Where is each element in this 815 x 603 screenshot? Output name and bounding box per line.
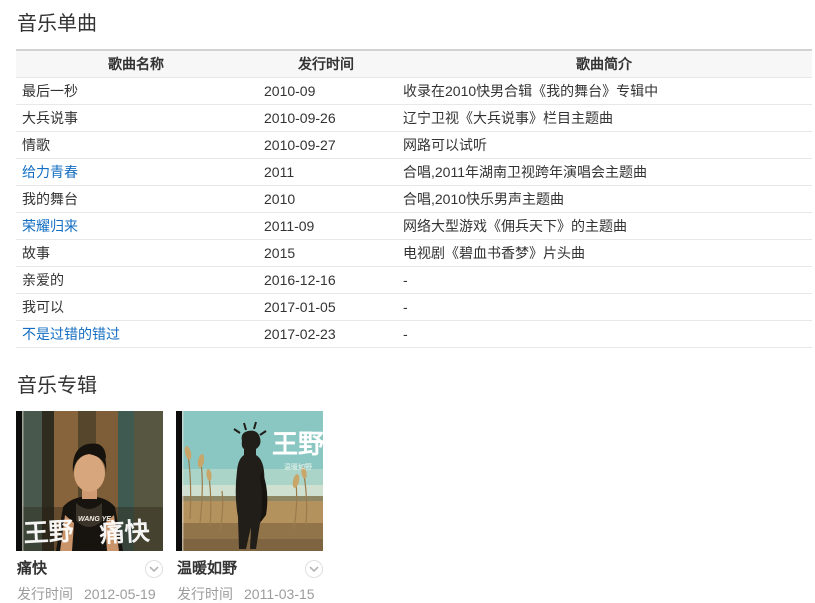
header-song-name: 歌曲名称 [16, 50, 256, 78]
table-row: 情歌 2010-09-27 网路可以试听 [16, 132, 812, 159]
album-expand-button[interactable] [145, 560, 163, 578]
album-cover-art: 王野 温暖如野 [176, 411, 323, 551]
album-title: 温暖如野 [177, 560, 237, 578]
song-intro-cell: 收录在2010快男合辑《我的舞台》专辑中 [396, 78, 812, 105]
song-name-cell: 荣耀归来 [16, 213, 256, 240]
albums-section: 音乐专辑 [16, 372, 812, 603]
album-cover-image[interactable]: 王野 温暖如野 [176, 411, 323, 551]
singles-section: 音乐单曲 歌曲名称 发行时间 歌曲简介 最后一秒 2010-09 收录在2010… [16, 10, 812, 348]
cover-artist-calligraphy: 王野 [272, 429, 323, 459]
song-name-cell: 故事 [16, 240, 256, 267]
song-date-cell: 2010 [256, 186, 396, 213]
song-intro-cell: 电视剧《碧血书香梦》片头曲 [396, 240, 812, 267]
table-row: 故事 2015 电视剧《碧血书香梦》片头曲 [16, 240, 812, 267]
header-song-intro: 歌曲简介 [396, 50, 812, 78]
profile-music-page: 音乐单曲 歌曲名称 发行时间 歌曲简介 最后一秒 2010-09 收录在2010… [0, 0, 815, 603]
chevron-down-icon [309, 566, 319, 572]
song-intro-cell: 辽宁卫视《大兵说事》栏目主题曲 [396, 105, 812, 132]
cover-artist-calligraphy: 王野 [23, 517, 74, 548]
album-card: 王野 痛快 WANG YE 痛快 [16, 411, 163, 603]
album-card: 王野 温暖如野 温暖如野 发行时间 [176, 411, 323, 603]
song-link[interactable]: 荣耀归来 [22, 218, 78, 234]
album-cover-art: 王野 痛快 WANG YE [16, 411, 163, 551]
table-row: 不是过错的错过 2017-02-23 - [16, 321, 812, 348]
song-date-cell: 2010-09-27 [256, 132, 396, 159]
song-date-cell: 2017-02-23 [256, 321, 396, 348]
song-link[interactable]: 给力青春 [22, 164, 78, 180]
cover-latin-text: WANG YE [78, 516, 111, 523]
table-row: 我可以 2017-01-05 - [16, 294, 812, 321]
albums-section-title: 音乐专辑 [16, 372, 812, 411]
chevron-down-icon [149, 566, 159, 572]
song-name-cell: 我的舞台 [16, 186, 256, 213]
song-name-cell: 亲爱的 [16, 267, 256, 294]
table-row: 我的舞台 2010 合唱,2010快乐男声主题曲 [16, 186, 812, 213]
release-label: 发行时间 [17, 586, 73, 603]
album-title: 痛快 [17, 560, 47, 578]
album-title-row: 温暖如野 [176, 560, 323, 578]
table-row: 最后一秒 2010-09 收录在2010快男合辑《我的舞台》专辑中 [16, 78, 812, 105]
table-row: 荣耀归来 2011-09 网络大型游戏《佣兵天下》的主题曲 [16, 213, 812, 240]
song-date-cell: 2010-09 [256, 78, 396, 105]
table-row: 大兵说事 2010-09-26 辽宁卫视《大兵说事》栏目主题曲 [16, 105, 812, 132]
table-row: 给力青春 2011 合唱,2011年湖南卫视跨年演唱会主题曲 [16, 159, 812, 186]
release-date: 2011-03-15 [244, 586, 315, 603]
song-intro-cell: - [396, 294, 812, 321]
song-date-cell: 2011-09 [256, 213, 396, 240]
header-release-date: 发行时间 [256, 50, 396, 78]
song-intro-cell: 合唱,2011年湖南卫视跨年演唱会主题曲 [396, 159, 812, 186]
song-intro-cell: - [396, 267, 812, 294]
song-name-cell: 不是过错的错过 [16, 321, 256, 348]
album-title-row: 痛快 [16, 560, 163, 578]
album-release-row: 发行时间 2012-05-19 [16, 586, 163, 603]
albums-row: 王野 痛快 WANG YE 痛快 [16, 411, 812, 603]
song-date-cell: 2015 [256, 240, 396, 267]
song-name-cell: 给力青春 [16, 159, 256, 186]
song-name-cell: 情歌 [16, 132, 256, 159]
song-name-cell: 我可以 [16, 294, 256, 321]
release-label: 发行时间 [177, 586, 233, 603]
song-intro-cell: 合唱,2010快乐男声主题曲 [396, 186, 812, 213]
cover-small-text: 温暖如野 [284, 462, 312, 471]
song-name-cell: 最后一秒 [16, 78, 256, 105]
song-intro-cell: 网路可以试听 [396, 132, 812, 159]
singles-table-head: 歌曲名称 发行时间 歌曲简介 [16, 50, 812, 78]
song-date-cell: 2017-01-05 [256, 294, 396, 321]
song-date-cell: 2010-09-26 [256, 105, 396, 132]
song-name-cell: 大兵说事 [16, 105, 256, 132]
release-date: 2012-05-19 [84, 586, 156, 603]
song-link[interactable]: 不是过错的错过 [22, 326, 120, 342]
album-cover-image[interactable]: 王野 痛快 WANG YE [16, 411, 163, 551]
song-date-cell: 2011 [256, 159, 396, 186]
album-release-row: 发行时间 2011-03-15 [176, 586, 323, 603]
song-date-cell: 2016-12-16 [256, 267, 396, 294]
album-expand-button[interactable] [305, 560, 323, 578]
singles-table: 歌曲名称 发行时间 歌曲简介 最后一秒 2010-09 收录在2010快男合辑《… [16, 49, 812, 348]
singles-table-body: 最后一秒 2010-09 收录在2010快男合辑《我的舞台》专辑中 大兵说事 2… [16, 78, 812, 348]
table-row: 亲爱的 2016-12-16 - [16, 267, 812, 294]
song-intro-cell: 网络大型游戏《佣兵天下》的主题曲 [396, 213, 812, 240]
singles-section-title: 音乐单曲 [16, 10, 812, 49]
table-header-row: 歌曲名称 发行时间 歌曲简介 [16, 50, 812, 78]
song-intro-cell: - [396, 321, 812, 348]
